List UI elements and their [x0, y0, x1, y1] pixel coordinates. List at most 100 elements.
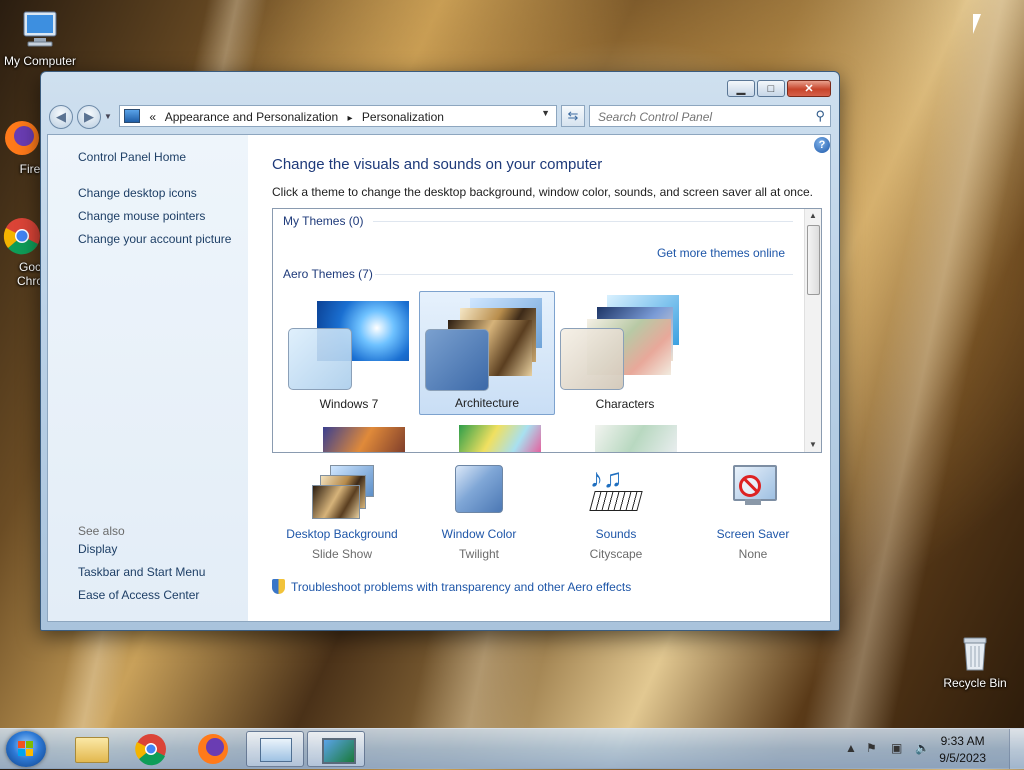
show-desktop-button[interactable] [1009, 729, 1024, 769]
address-dropdown-icon[interactable]: ▼ [541, 108, 550, 118]
theme-color-swatch [288, 328, 352, 390]
taskbar-explorer[interactable] [62, 731, 120, 767]
window-color-label[interactable]: Window Color [409, 527, 549, 541]
main-pane: ? Change the visuals and sounds on your … [248, 135, 830, 621]
left-navigation-pane: Control Panel Home Change desktop icons … [48, 135, 248, 621]
theme-preview-partial [323, 427, 405, 452]
caption-buttons: ▁ □ ✕ [727, 80, 831, 97]
system-clock[interactable]: 9:33 AM 9/5/2023 [939, 733, 986, 767]
help-icon[interactable]: ? [814, 137, 830, 153]
desktop-background-icon [312, 465, 374, 519]
troubleshoot-link[interactable]: Troubleshoot problems with transparency … [291, 580, 631, 594]
scroll-thumb[interactable] [807, 225, 820, 295]
theme-name: Characters [595, 397, 655, 411]
theme-preview-partial [595, 425, 677, 452]
theme-name: Architecture [454, 396, 520, 410]
search-box: ⚲ [589, 105, 831, 127]
sounds-label[interactable]: Sounds [546, 527, 686, 541]
clock-date: 9/5/2023 [939, 751, 986, 765]
clock-time: 9:33 AM [940, 734, 985, 748]
screen-saver-icon [723, 465, 783, 515]
display-link[interactable]: Display [78, 542, 117, 556]
show-hidden-icons-button[interactable]: ▲ [845, 741, 857, 755]
control-panel-icon [260, 738, 292, 762]
taskbar-personalization[interactable] [307, 731, 365, 767]
screen-saver-value: None [738, 547, 768, 561]
ease-of-access-link[interactable]: Ease of Access Center [78, 588, 199, 602]
scroll-down-icon[interactable]: ▼ [805, 438, 821, 452]
firefox-icon [198, 734, 228, 764]
change-account-picture-link[interactable]: Change your account picture [78, 232, 231, 246]
theme-characters[interactable]: Characters [557, 291, 693, 415]
shield-icon [272, 579, 285, 594]
recycle-bin-icon [953, 630, 997, 674]
start-button[interactable] [6, 731, 46, 767]
breadcrumb-personalization[interactable]: Personalization [362, 110, 444, 124]
search-icon[interactable]: ⚲ [815, 108, 825, 124]
troubleshoot-link-row: Troubleshoot problems with transparency … [272, 579, 631, 594]
maximize-button[interactable]: □ [757, 80, 785, 97]
search-input[interactable] [596, 107, 810, 127]
see-also-heading: See also [78, 524, 125, 538]
address-bar[interactable]: « Appearance and Personalization ▸ Perso… [119, 105, 557, 127]
desktop-icon-label: My Computer [3, 54, 77, 68]
close-icon: ✕ [804, 83, 814, 95]
page-description: Click a theme to change the desktop back… [272, 185, 813, 199]
sounds-value: Cityscape [589, 547, 643, 561]
recent-pages-dropdown-icon[interactable]: ▼ [104, 112, 112, 121]
back-button[interactable]: ◀ [49, 105, 73, 129]
taskbar-control-panel[interactable] [246, 731, 304, 767]
group-divider [373, 221, 793, 222]
theme-list: My Themes (0) Get more themes online Aer… [272, 208, 822, 453]
change-desktop-icons-link[interactable]: Change desktop icons [78, 186, 197, 200]
folder-icon [75, 737, 109, 763]
theme-windows-7[interactable]: Windows 7 [281, 291, 417, 415]
change-mouse-pointers-link[interactable]: Change mouse pointers [78, 209, 205, 223]
theme-settings-bar: Desktop Background Slide Show Window Col… [272, 465, 832, 565]
refresh-icon: ⇆ [567, 108, 579, 123]
desktop-icon-recycle-bin[interactable]: Recycle Bin [935, 630, 1015, 690]
control-panel-home-link[interactable]: Control Panel Home [78, 150, 186, 164]
taskbar-firefox[interactable] [184, 731, 242, 767]
desktop-background-value: Slide Show [311, 547, 373, 561]
mouse-cursor [973, 14, 981, 34]
sounds-setting[interactable]: ♪♫ Sounds Cityscape [546, 465, 686, 561]
screen-saver-setting[interactable]: Screen Saver None [683, 465, 823, 561]
theme-name: Windows 7 [319, 397, 379, 411]
minimize-icon: ▁ [736, 83, 746, 95]
desktop-background-label[interactable]: Desktop Background [272, 527, 412, 541]
taskbar: ▲ ⚑ ▣ 🔈 9:33 AM 9/5/2023 [0, 728, 1024, 769]
minimize-button[interactable]: ▁ [727, 80, 755, 97]
window-color-setting[interactable]: Window Color Twilight [409, 465, 549, 561]
breadcrumb-appearance[interactable]: Appearance and Personalization [165, 110, 338, 124]
forward-button[interactable]: ▶ [77, 105, 101, 129]
get-more-themes-link[interactable]: Get more themes online [657, 246, 785, 260]
screen-saver-label[interactable]: Screen Saver [683, 527, 823, 541]
taskbar-chrome[interactable] [122, 731, 180, 767]
group-divider [375, 274, 793, 275]
page-title: Change the visuals and sounds on your co… [272, 156, 603, 173]
breadcrumb-separator-icon[interactable]: ▸ [348, 113, 353, 124]
personalization-window: ▁ □ ✕ ◀ ▶ ▼ « Appearance and Personaliza… [40, 71, 840, 631]
refresh-button[interactable]: ⇆ [561, 105, 585, 127]
taskbar-start-menu-link[interactable]: Taskbar and Start Menu [78, 565, 205, 579]
breadcrumb-overflow[interactable]: « [149, 110, 156, 124]
scroll-up-icon[interactable]: ▲ [805, 209, 821, 223]
wallpaper-highlight [408, 620, 552, 728]
desktop-background-setting[interactable]: Desktop Background Slide Show [272, 465, 412, 561]
volume-muted-icon[interactable]: 🔈 [915, 741, 930, 755]
network-icon[interactable]: ▣ [891, 741, 902, 755]
theme-architecture[interactable]: Architecture [419, 291, 555, 415]
forward-arrow-icon: ▶ [84, 109, 94, 124]
theme-list-scrollbar[interactable]: ▲ ▼ [804, 209, 821, 452]
computer-icon [18, 8, 62, 52]
chrome-icon [135, 734, 166, 766]
sounds-icon: ♪♫ [586, 465, 646, 515]
back-arrow-icon: ◀ [56, 109, 66, 124]
action-center-icon[interactable]: ⚑ [866, 741, 877, 755]
theme-preview-partial [459, 425, 541, 452]
aero-themes-heading: Aero Themes (7) [283, 267, 373, 281]
close-button[interactable]: ✕ [787, 80, 831, 97]
desktop-icon-my-computer[interactable]: My Computer [0, 8, 80, 68]
theme-color-swatch [560, 328, 624, 390]
